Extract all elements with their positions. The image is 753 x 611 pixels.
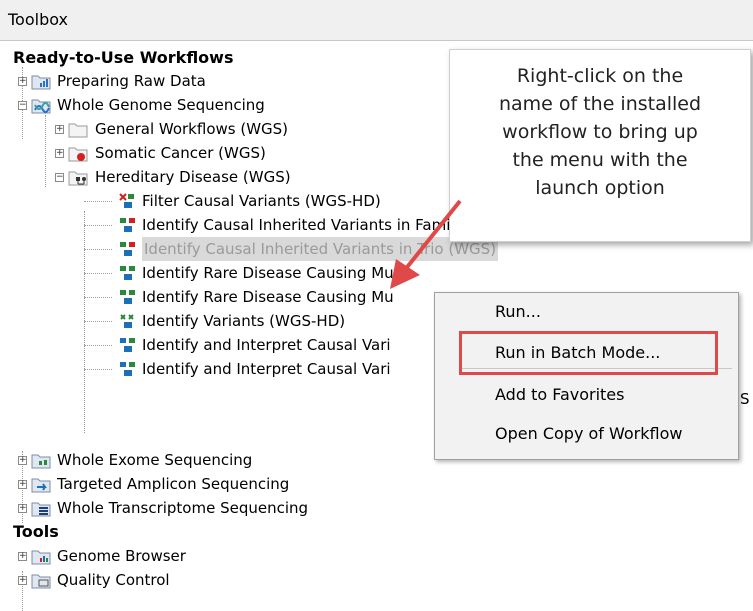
folder-browser-icon [31, 550, 51, 565]
tree-item-somatic-cancer[interactable]: + Somatic Cancer (WGS) [0, 141, 340, 165]
tree-item-whole-genome-sequencing[interactable]: − Whole Genome Sequencing [0, 93, 340, 117]
folder-quality-icon [31, 574, 51, 589]
section-ready-to-use-workflows: Ready-to-Use Workflows [13, 48, 234, 67]
menu-item-add-favorites[interactable]: Add to Favorites [495, 384, 624, 406]
workflow-identify-rare-disease-1[interactable]: Identify Rare Disease Causing Mu [0, 261, 434, 285]
tree-item-quality-control[interactable]: + Quality Control [0, 568, 300, 604]
toolbox-title: Toolbox [8, 10, 68, 29]
tree-item-label: Somatic Cancer (WGS) [95, 144, 266, 162]
highlight-box [459, 331, 718, 375]
folder-chart-icon [31, 75, 51, 90]
expand-toggle[interactable]: + [55, 125, 64, 134]
workflow-label: Identify Rare Disease Causing Mu [142, 288, 394, 306]
workflow-label: Filter Causal Variants (WGS-HD) [142, 192, 381, 210]
collapse-toggle[interactable]: − [18, 101, 27, 110]
tree-line [84, 249, 112, 250]
tree-item-targeted-amplicon[interactable]: + Targeted Amplicon Sequencing [0, 472, 360, 496]
workflow-filter-causal-variants[interactable]: Filter Causal Variants (WGS-HD) [0, 189, 400, 213]
tree-item-label: Hereditary Disease (WGS) [95, 168, 291, 186]
tree-line [84, 225, 112, 226]
callout-line: the menu with the [512, 149, 688, 171]
workflow-identify-interpret-1[interactable]: Identify and Interpret Causal Vari [0, 333, 434, 357]
callout-line: Right-click on the [516, 65, 684, 87]
tree-item-label: Quality Control [57, 571, 170, 589]
toolbox-titlebar: Toolbox [0, 0, 753, 41]
expand-toggle[interactable]: + [18, 480, 27, 489]
expand-toggle[interactable]: + [18, 456, 27, 465]
callout-line: name of the installed [498, 93, 702, 115]
workflow-label: Identify and Interpret Causal Vari [142, 336, 391, 354]
truncated-text: S [740, 390, 750, 408]
tree-item-whole-transcriptome[interactable]: + Whole Transcriptome Sequencing [0, 496, 380, 520]
menu-item-run[interactable]: Run... [495, 301, 541, 323]
tree-item-label: Genome Browser [57, 547, 186, 565]
tree-item-label: Preparing Raw Data [57, 72, 206, 90]
tree-line [84, 297, 112, 298]
folder-exome-icon [31, 454, 51, 469]
tree-item-label: Whole Genome Sequencing [57, 96, 265, 114]
tree-line [84, 273, 112, 274]
tree-line [84, 321, 112, 322]
workflow-label: Identify Rare Disease Causing Mu [142, 264, 394, 282]
context-menu: Run... Run in Batch Mode... Add to Favor… [434, 292, 739, 460]
tree-item-general-workflows[interactable]: + General Workflows (WGS) [0, 117, 360, 141]
tree-item-hereditary-disease[interactable]: − Hereditary Disease (WGS) [0, 165, 360, 189]
folder-transcriptome-icon [31, 502, 51, 517]
workflow-label: Identify Variants (WGS-HD) [142, 312, 346, 330]
workflow-icon [120, 362, 135, 376]
expand-toggle[interactable]: + [55, 149, 64, 158]
callout-line: workflow to bring up [502, 121, 698, 143]
workflow-icon [120, 290, 135, 304]
workflow-label: Identify and Interpret Causal Vari [142, 360, 391, 378]
tree-line [84, 345, 112, 346]
tree-line [84, 369, 112, 370]
workflow-icon [120, 218, 135, 232]
folder-pedigree-icon [68, 171, 88, 186]
menu-item-open-copy[interactable]: Open Copy of Workflow [495, 423, 682, 445]
tree-item-label: General Workflows (WGS) [95, 120, 289, 138]
workflow-icon [120, 266, 135, 280]
workflow-icon [120, 314, 134, 328]
folder-genome-icon [31, 99, 51, 114]
tree-item-genome-browser[interactable]: + Genome Browser [0, 544, 300, 568]
tree-item-label: Whole Exome Sequencing [57, 451, 253, 469]
callout-line: launch option [535, 177, 665, 199]
instruction-callout: Right-click on the name of the installed… [449, 49, 751, 242]
workflow-icon [120, 338, 135, 352]
section-tools: Tools [13, 522, 59, 541]
expand-toggle[interactable]: + [18, 576, 27, 585]
pointer-arrow-icon [390, 199, 462, 289]
workflow-identify-interpret-2[interactable]: Identify and Interpret Causal Vari [0, 357, 434, 381]
folder-icon [68, 123, 88, 138]
workflow-identify-rare-disease-2[interactable]: Identify Rare Disease Causing Mu [0, 285, 434, 309]
tree-item-whole-exome[interactable]: + Whole Exome Sequencing [0, 448, 330, 472]
folder-amplicon-icon [31, 478, 51, 493]
workflow-icon [119, 193, 134, 208]
tree-item-label: Targeted Amplicon Sequencing [57, 475, 290, 493]
collapse-toggle[interactable]: − [55, 173, 64, 182]
tree-item-preparing-raw-data[interactable]: + Preparing Raw Data [0, 69, 300, 93]
tree-item-label: Whole Transcriptome Sequencing [57, 499, 309, 517]
tree-line [84, 201, 112, 202]
workflow-icon [120, 242, 135, 256]
expand-toggle[interactable]: + [18, 77, 27, 86]
workflow-identify-variants[interactable]: Identify Variants (WGS-HD) [0, 309, 400, 333]
expand-toggle[interactable]: + [18, 504, 27, 513]
folder-cancer-icon [68, 147, 88, 162]
expand-toggle[interactable]: + [18, 552, 27, 561]
